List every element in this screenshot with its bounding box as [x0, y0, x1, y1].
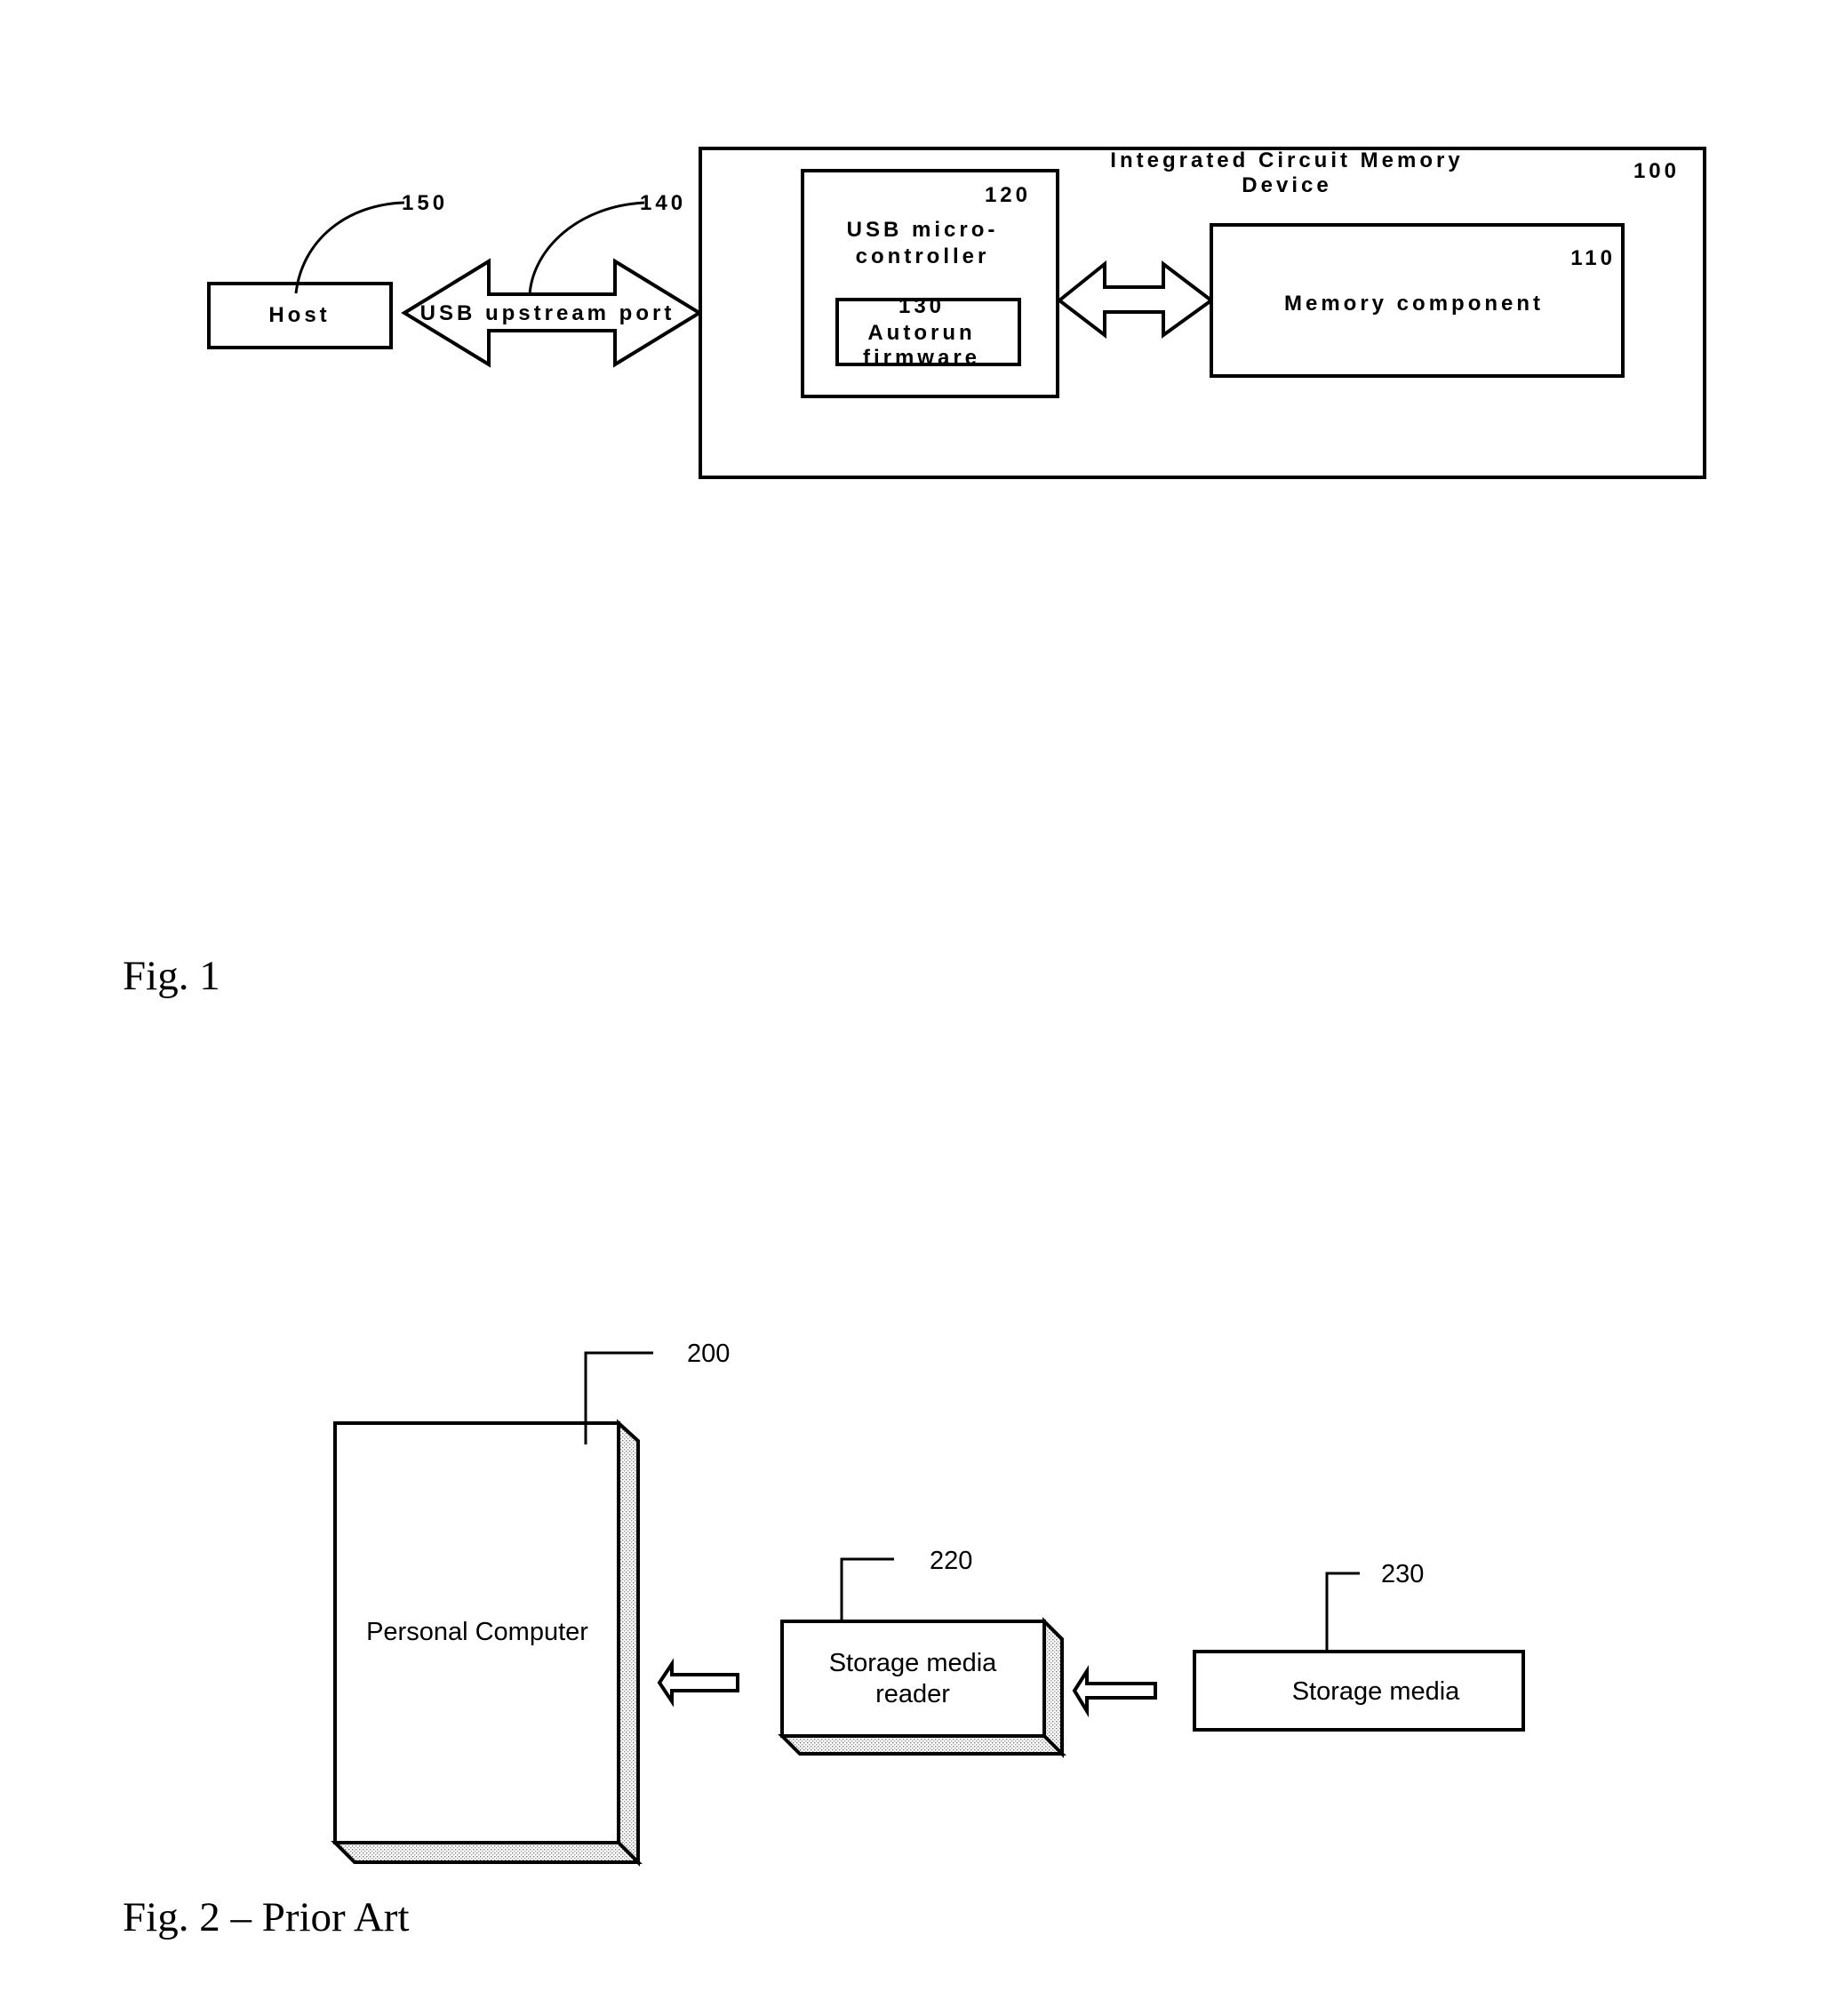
figure-1: Host 150 USB upstream port 140 Integrate… — [123, 147, 1706, 999]
figure-2-caption: Fig. 2 – Prior Art — [123, 1894, 410, 1940]
memory-device-title-line2: Device — [1242, 173, 1331, 197]
memory-device-ref: 100 — [1633, 159, 1680, 183]
computer-side-face — [617, 1419, 640, 1867]
patent-drawing-sheet: Host 150 USB upstream port 140 Integrate… — [123, 147, 1706, 1940]
host-block: Host 150 — [207, 191, 448, 349]
host-label: Host — [268, 303, 330, 327]
computer-ref: 200 — [687, 1340, 730, 1368]
computer-bottom-face — [331, 1841, 643, 1864]
reader-leader-line — [840, 1557, 894, 1621]
host-ref: 150 — [402, 191, 448, 215]
media-to-reader-arrow — [1072, 1665, 1157, 1718]
storage-media-reader: Storage media reader 220 — [778, 1547, 1066, 1758]
memory-component-label: Memory component — [1284, 292, 1544, 316]
memory-device-title-line1: Integrated Circuit Memory — [1110, 148, 1463, 172]
usb-port-label: USB upstream port — [420, 301, 675, 325]
media-leader-line — [1325, 1572, 1360, 1652]
reader-label-line1: Storage media — [829, 1649, 997, 1677]
microcontroller-ref: 120 — [985, 183, 1031, 207]
microcontroller-label-line1: USB micro- — [847, 218, 999, 242]
personal-computer: Personal Computer 200 — [331, 1340, 730, 1867]
memory-component: 110 Memory component — [1210, 223, 1625, 378]
host-leader-line — [294, 201, 405, 294]
reader-bottom-face — [778, 1734, 1066, 1756]
media-label: Storage media — [1292, 1677, 1460, 1706]
media-ref: 230 — [1381, 1560, 1424, 1588]
reader-front-face — [780, 1620, 1046, 1738]
memory-component-ref: 110 — [1570, 246, 1616, 270]
usb-upstream-port: USB upstream port 140 — [401, 191, 703, 368]
figure-2: Personal Computer 200 Storage media read… — [123, 1340, 1525, 1940]
firmware-label-line1: Autorun — [867, 321, 975, 345]
figure-1-caption: Fig. 1 — [123, 953, 220, 999]
reader-ref: 220 — [930, 1547, 972, 1575]
reader-side-face — [1042, 1617, 1064, 1758]
computer-label: Personal Computer — [366, 1618, 588, 1646]
storage-media: Storage media 230 — [1193, 1560, 1525, 1732]
reader-to-computer-arrow — [657, 1658, 739, 1708]
usb-port-ref: 140 — [640, 191, 686, 215]
microcontroller-label-line2: controller — [856, 244, 990, 268]
reader-label-line2: reader — [875, 1680, 950, 1708]
